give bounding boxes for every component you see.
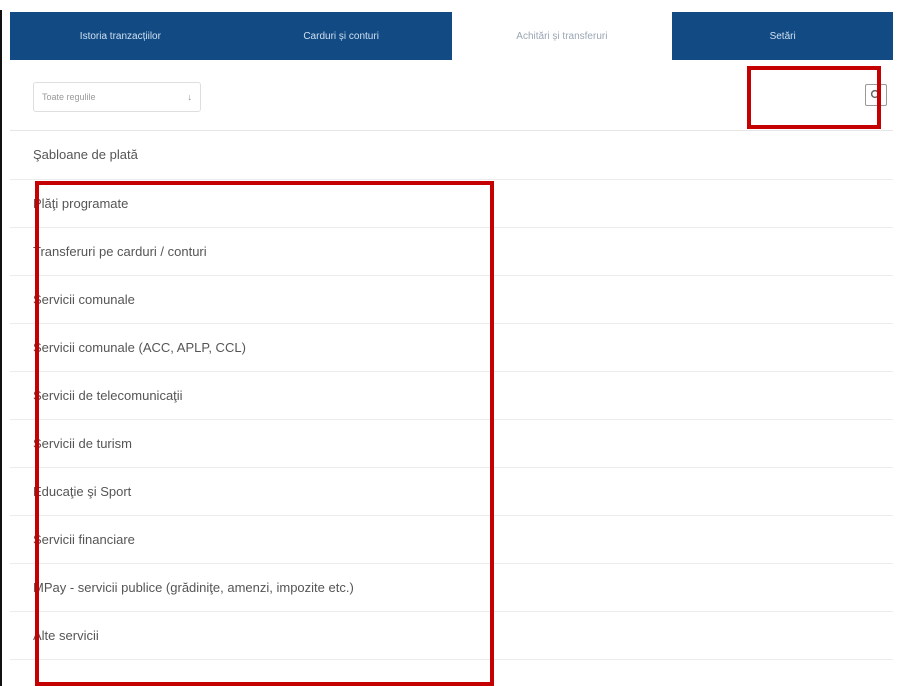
list-item-utilities[interactable]: Servicii comunale [10,276,893,324]
list-item-financial[interactable]: Servicii financiare [10,516,893,564]
window-left-border [0,10,2,686]
tab-settings[interactable]: Setări [672,12,893,60]
list-item-other-services[interactable]: Alte servicii [10,612,893,660]
list-item-utilities-acc[interactable]: Servicii comunale (ACC, APLP, CCL) [10,324,893,372]
tab-transaction-history[interactable]: Istoria tranzacțiilor [10,12,231,60]
list-item-label: MPay - servicii publice (grădiniţe, amen… [33,580,354,595]
tab-label: Istoria tranzacțiilor [79,30,161,42]
list-item-education-sport[interactable]: Educaţie şi Sport [10,468,893,516]
list-item-payment-templates[interactable]: Şabloane de plată [10,130,893,180]
top-edge [0,0,899,10]
list-item-label: Servicii de telecomunicaţii [33,388,183,403]
list-item-label: Servicii de turism [33,436,132,451]
list-item-label: Servicii comunale [33,292,135,307]
list-item-label: Educaţie şi Sport [33,484,132,499]
list-item-scheduled-payments[interactable]: Plăţi programate [10,180,893,228]
tab-label: Carduri și conturi [303,30,379,42]
filter-toolbar: Toate regulile ↓ [10,60,893,131]
list-item-card-transfers[interactable]: Transferuri pe carduri / conturi [10,228,893,276]
list-item-label: Şabloane de plată [33,147,138,162]
tab-payments-transfers[interactable]: Achitări și transferuri [451,12,673,60]
list-item-label: Transferuri pe carduri / conturi [33,244,207,259]
list-item-tourism[interactable]: Servicii de turism [10,420,893,468]
list-item-label: Plăţi programate [33,196,129,211]
list-item-mpay[interactable]: MPay - servicii publice (grădiniţe, amen… [10,564,893,612]
list-item-label: Servicii comunale (ACC, APLP, CCL) [33,340,246,355]
rules-filter-value: Toate regulile [42,92,96,102]
search-icon [870,89,882,101]
list-item-label: Alte servicii [33,628,99,643]
chevron-down-icon: ↓ [187,92,193,102]
rules-filter-select[interactable]: Toate regulile ↓ [33,82,201,112]
main-tab-bar: Istoria tranzacțiilor Carduri și conturi… [10,12,893,60]
list-item-label: Servicii financiare [33,532,135,547]
payment-category-list: Şabloane de plată Plăţi programate Trans… [10,130,893,660]
tab-label: Achitări și transferuri [516,30,608,42]
search-button[interactable] [865,84,887,106]
list-item-telecom[interactable]: Servicii de telecomunicaţii [10,372,893,420]
tab-cards-accounts[interactable]: Carduri și conturi [231,12,452,60]
window-right-border [893,10,899,686]
tab-label: Setări [769,30,796,42]
